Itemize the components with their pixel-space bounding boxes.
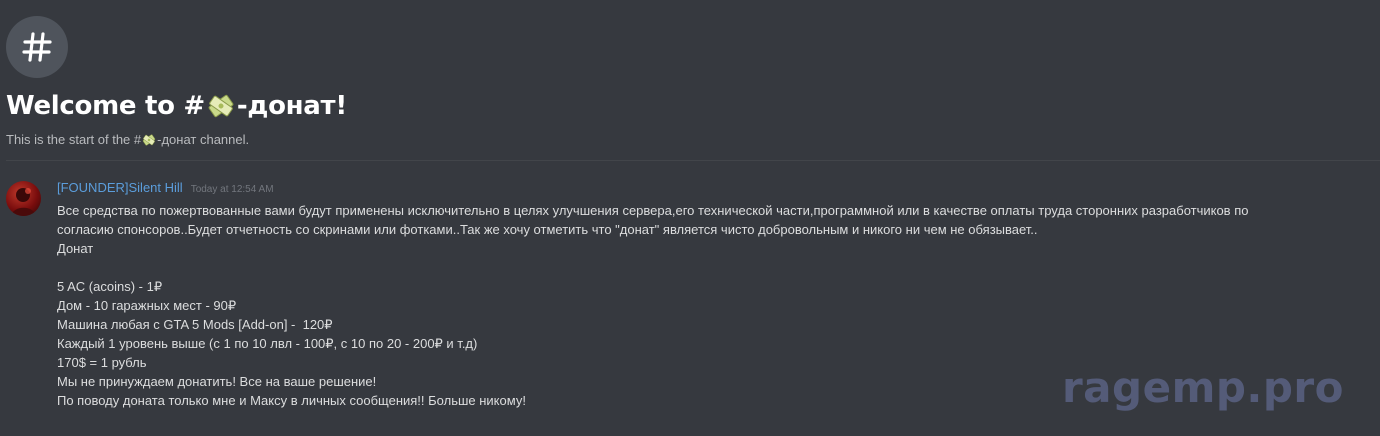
welcome-heading: Welcome to # -донат!: [6, 88, 1366, 124]
start-suffix: -донат channel.: [157, 132, 250, 147]
channel-hash-icon: [6, 16, 68, 78]
avatar-image: [11, 188, 36, 216]
start-prefix: This is the start of the #: [6, 132, 142, 147]
message-line: Машина любая с GTA 5 Mods [Add-on] - 120…: [57, 317, 333, 332]
username[interactable]: [FOUNDER]Silent Hill: [57, 180, 183, 195]
message-header: [FOUNDER]Silent Hill Today at 12:54 AM: [57, 180, 1357, 200]
message-divider: [6, 160, 1380, 161]
welcome-prefix: Welcome to #: [6, 91, 205, 121]
message-line: [57, 258, 1357, 277]
message-line: Донат: [57, 241, 94, 256]
message-line: Все средства по пожертвованные вами буду…: [57, 203, 1249, 218]
avatar[interactable]: [6, 181, 41, 216]
message-line: Каждый 1 уровень выше (с 1 по 10 лвл - 1…: [57, 336, 478, 351]
watermark: ragemp.pro: [1061, 363, 1344, 412]
message-line: согласию спонсоров..Будет отчетность со …: [57, 222, 1038, 237]
money-emoji-icon: [208, 94, 234, 118]
discord-channel-view: Welcome to # -донат! This is the start o…: [0, 0, 1380, 436]
money-emoji-small-icon: [142, 133, 156, 146]
welcome-suffix: -донат!: [236, 91, 347, 121]
message-line: Дом - 10 гаражных мест - 90₽: [57, 298, 237, 313]
message-line: 5 AC (acoins) - 1₽: [57, 279, 163, 294]
channel-start-text: This is the start of the # -донат channe…: [6, 132, 1366, 147]
message-timestamp: Today at 12:54 AM: [190, 184, 274, 195]
channel-intro: Welcome to # -донат! This is the start o…: [6, 16, 1366, 147]
hash-icon: [22, 32, 52, 62]
